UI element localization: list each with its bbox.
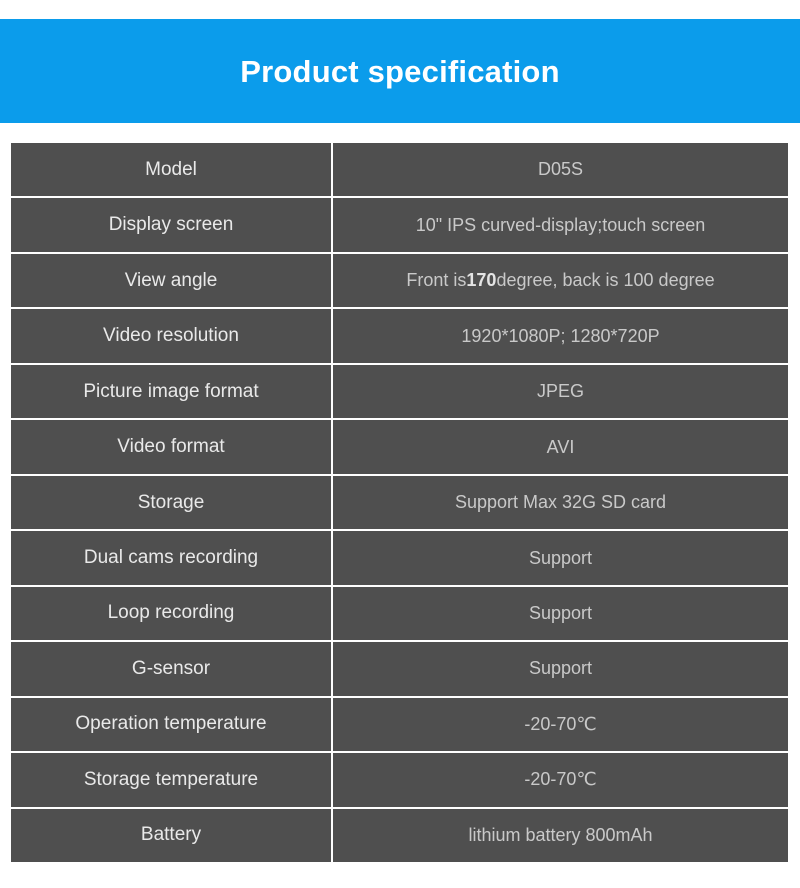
spec-value-cell: lithium battery 800mAh xyxy=(333,808,788,863)
table-row: Model D05S xyxy=(11,143,788,199)
spec-value-prefix: Front is xyxy=(406,270,467,291)
spec-label-cell: View angle xyxy=(11,253,333,308)
table-row: Video resolution 1920*1080P; 1280*720P xyxy=(11,309,788,365)
spec-value-cell: Support xyxy=(333,642,788,696)
spec-value-suffix: degree, back is 100 degree xyxy=(496,270,715,291)
spec-label-cell: Storage temperature xyxy=(11,753,333,807)
spec-value-cell: 10" IPS curved-display;touch screen xyxy=(333,198,788,252)
spec-value-cell: Support xyxy=(333,531,788,585)
spec-value-cell: AVI xyxy=(333,420,788,474)
product-specification-page: Product specification Model D05S Display s… xyxy=(0,0,800,888)
specification-table: Model D05S Display screen 10" IPS curved-di… xyxy=(11,143,788,863)
page-header-banner: Product specification xyxy=(0,19,800,123)
spec-label-cell: Battery xyxy=(11,808,333,863)
spec-value-cell: D05S xyxy=(333,143,788,197)
spec-value-highlight: 170 xyxy=(466,270,497,291)
table-row: Battery lithium battery 800mAh xyxy=(11,808,788,863)
table-row: Storage Support Max 32G SD card xyxy=(11,475,788,532)
spec-label-cell: Picture image format xyxy=(11,364,333,419)
spec-value-cell: Support xyxy=(333,586,788,641)
spec-label-cell: Video resolution xyxy=(11,309,333,363)
spec-label-cell: Storage xyxy=(11,475,333,530)
spec-value-cell: Support Max 32G SD card xyxy=(333,475,788,530)
spec-value-cell: Front is 170 degree, back is 100 degree xyxy=(333,253,788,308)
spec-label-cell: Loop recording xyxy=(11,586,333,641)
spec-label-cell: Display screen xyxy=(11,198,333,252)
page-title: Product specification xyxy=(240,53,560,89)
spec-label-cell: Operation temperature xyxy=(11,697,333,752)
spec-value-cell: 1920*1080P; 1280*720P xyxy=(333,309,788,363)
table-row: Display screen 10" IPS curved-display;tou… xyxy=(11,198,788,254)
table-row: Video format AVI xyxy=(11,420,788,476)
table-row: G-sensor Support xyxy=(11,642,788,698)
table-row: Picture image format JPEG xyxy=(11,364,788,421)
table-row: Operation temperature -20-70℃ xyxy=(11,697,788,754)
table-row: View angle Front is 170 degree, back is 1… xyxy=(11,253,788,310)
table-row: Dual cams recording Support xyxy=(11,531,788,587)
table-row: Storage temperature -20-70℃ xyxy=(11,753,788,809)
table-row: Loop recording Support xyxy=(11,586,788,643)
spec-value-cell: -20-70℃ xyxy=(333,753,788,807)
spec-label-cell: Video format xyxy=(11,420,333,474)
spec-label-cell: G-sensor xyxy=(11,642,333,696)
spec-value-cell: JPEG xyxy=(333,364,788,419)
spec-value-cell: -20-70℃ xyxy=(333,697,788,752)
spec-label-cell: Model xyxy=(11,143,333,197)
spec-label-cell: Dual cams recording xyxy=(11,531,333,585)
